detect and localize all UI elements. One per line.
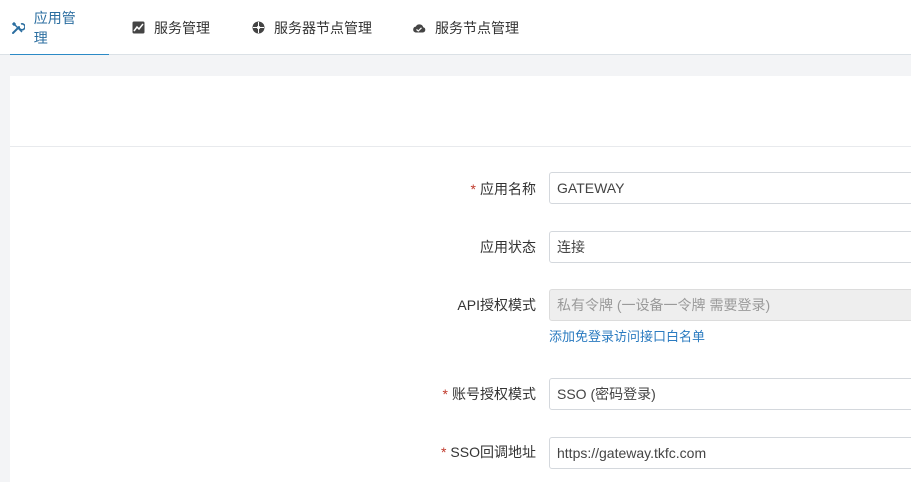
cloud-icon bbox=[411, 20, 427, 36]
sso-callback-label: * SSO回调地址 bbox=[440, 444, 536, 460]
required-marker: * bbox=[470, 181, 476, 197]
tab-bar: 应用管理 服务管理 服务器节点管理 服务节点管理 bbox=[0, 0, 911, 56]
sso-callback-input[interactable] bbox=[549, 437, 911, 469]
tab-server-node-management[interactable]: 服务器节点管理 bbox=[250, 0, 372, 55]
tab-service-management[interactable]: 服务管理 bbox=[130, 0, 210, 55]
network-icon bbox=[250, 20, 266, 36]
api-auth-mode-input bbox=[549, 289, 911, 321]
required-marker: * bbox=[442, 386, 448, 402]
tools-icon bbox=[10, 20, 26, 36]
app-status-label: 应用状态 bbox=[480, 239, 536, 255]
tab-label: 应用管理 bbox=[33, 9, 76, 46]
form-panel bbox=[10, 76, 911, 482]
tab-label: 服务管理 bbox=[154, 19, 210, 36]
app-name-label: * 应用名称 bbox=[470, 181, 536, 197]
chart-icon bbox=[130, 20, 146, 36]
tab-label: 服务节点管理 bbox=[435, 19, 519, 36]
tab-service-node-management[interactable]: 服务节点管理 bbox=[411, 0, 519, 55]
required-marker: * bbox=[440, 444, 447, 460]
account-auth-mode-input[interactable] bbox=[549, 378, 911, 410]
add-whitelist-link[interactable]: 添加免登录访问接口白名单 bbox=[549, 328, 705, 346]
api-auth-mode-label: API授权模式 bbox=[457, 297, 536, 313]
tab-label: 服务器节点管理 bbox=[274, 19, 372, 36]
tab-app-management[interactable]: 应用管理 bbox=[10, 0, 109, 56]
app-name-input[interactable] bbox=[549, 172, 911, 204]
panel-divider bbox=[10, 146, 911, 147]
app-status-input[interactable] bbox=[549, 231, 911, 263]
account-auth-mode-label: * 账号授权模式 bbox=[442, 386, 536, 402]
